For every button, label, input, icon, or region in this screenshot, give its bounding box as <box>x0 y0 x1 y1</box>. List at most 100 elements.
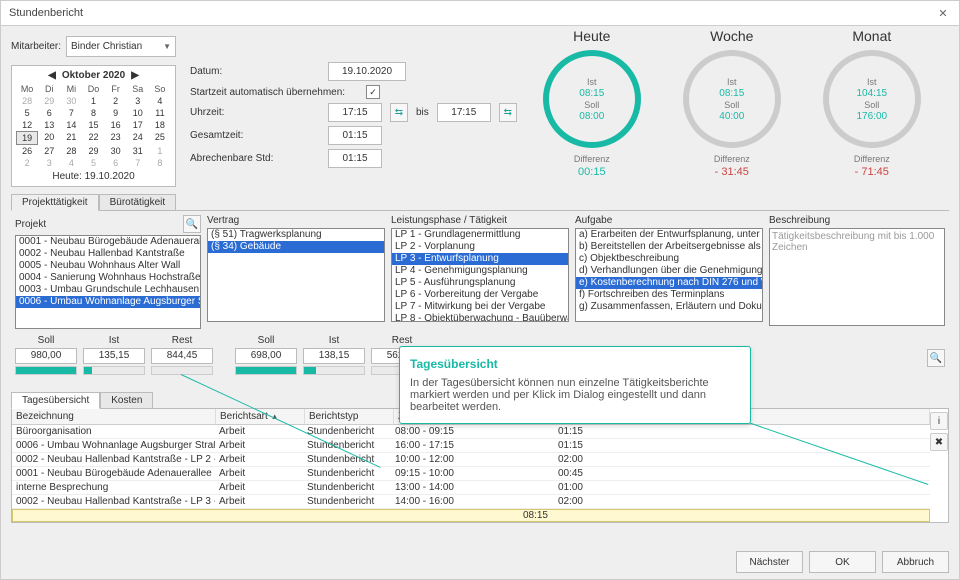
calendar-day[interactable]: 15 <box>82 119 104 131</box>
calendar-day[interactable]: 17 <box>127 119 149 131</box>
aufgabe-list[interactable]: a) Erarbeiten der Entwurfsplanung, unter… <box>575 228 763 322</box>
calendar-day[interactable]: 2 <box>16 157 38 169</box>
billable-value[interactable]: 01:15 <box>328 149 382 168</box>
list-item[interactable]: c) Objektbeschreibung <box>576 253 762 265</box>
calendar-day[interactable]: 30 <box>105 145 127 157</box>
leistung-list[interactable]: LP 1 - GrundlagenermittlungLP 2 - Vorpla… <box>391 228 569 322</box>
info-icon[interactable]: i <box>930 412 948 430</box>
time-to-input[interactable]: 17:15 <box>437 103 491 122</box>
date-input[interactable]: 19.10.2020 <box>328 62 406 81</box>
calendar-day[interactable]: 26 <box>16 145 38 157</box>
table-row[interactable]: 0002 - Neubau Hallenbad Kantstraße - LP … <box>12 495 930 509</box>
search-aufgabe-icon[interactable]: 🔍 <box>927 349 945 367</box>
dayhead-berichtstyp[interactable]: Berichtstyp <box>305 409 394 424</box>
ok-button[interactable]: OK <box>809 551 876 573</box>
list-item[interactable]: 0001 - Neubau Bürogebäude Adenauerallee <box>16 236 200 248</box>
refresh-to-icon[interactable]: ⇆ <box>499 103 517 122</box>
calendar-day[interactable]: 6 <box>38 107 60 119</box>
calendar-day[interactable]: 18 <box>149 119 171 131</box>
time-from-input[interactable]: 17:15 <box>328 103 382 122</box>
calendar-day[interactable]: 19 <box>16 131 38 145</box>
list-item[interactable]: f) Fortschreiben des Terminplans <box>576 289 762 301</box>
description-textarea[interactable]: Tätigkeitsbeschreibung mit bis 1.000 Zei… <box>769 228 945 326</box>
calendar-day[interactable]: 6 <box>105 157 127 169</box>
close-icon[interactable]: ✕ <box>935 5 951 21</box>
list-item[interactable]: b) Bereitstellen der Arbeitsergebnisse a… <box>576 241 762 253</box>
calendar-day[interactable]: 8 <box>149 157 171 169</box>
calendar-day[interactable]: 1 <box>82 95 104 107</box>
calendar-day[interactable]: 29 <box>38 95 60 107</box>
calendar-day[interactable]: 3 <box>38 157 60 169</box>
table-row[interactable]: interne BesprechungArbeitStundenbericht1… <box>12 481 930 495</box>
calendar-day[interactable]: 24 <box>127 131 149 145</box>
delete-row-icon[interactable]: ✖ <box>930 433 948 451</box>
vertrag-list[interactable]: (§ 51) Tragwerksplanung(§ 34) Gebäude <box>207 228 385 322</box>
calendar-day[interactable]: 5 <box>16 107 38 119</box>
employee-select[interactable]: Binder Christian ▼ <box>66 36 176 57</box>
table-row[interactable]: 0001 - Neubau Bürogebäude Adenauerallee … <box>12 467 930 481</box>
list-item[interactable]: 0005 - Neubau Wohnhaus Alter Wall <box>16 260 200 272</box>
calendar-day[interactable]: 22 <box>82 131 104 145</box>
auto-start-checkbox[interactable]: ✓ <box>366 85 380 99</box>
calendar-day[interactable]: 2 <box>105 95 127 107</box>
list-item[interactable]: LP 4 - Genehmigungsplanung <box>392 265 568 277</box>
refresh-from-icon[interactable]: ⇆ <box>390 103 408 122</box>
calendar-day[interactable]: 25 <box>149 131 171 145</box>
calendar-day[interactable]: 4 <box>149 95 171 107</box>
calendar-day[interactable]: 8 <box>82 107 104 119</box>
list-item[interactable]: 0003 - Umbau Grundschule Lechhausen <box>16 284 200 296</box>
calendar-day[interactable]: 4 <box>60 157 82 169</box>
calendar[interactable]: ◀ Oktober 2020 ▶ MoDiMiDoFrSaSo282930123… <box>11 65 176 187</box>
calendar-day[interactable]: 28 <box>16 95 38 107</box>
calendar-day[interactable]: 9 <box>105 107 127 119</box>
calendar-day[interactable]: 7 <box>127 157 149 169</box>
list-item[interactable]: LP 3 - Entwurfsplanung <box>392 253 568 265</box>
list-item[interactable]: 0006 - Umbau Wohnanlage Augsburger Str <box>16 296 200 308</box>
calendar-prev-icon[interactable]: ◀ <box>48 70 56 81</box>
list-item[interactable]: d) Verhandlungen über die Genehmigungsf <box>576 265 762 277</box>
list-item[interactable]: (§ 51) Tragwerksplanung <box>208 229 384 241</box>
list-item[interactable]: LP 2 - Vorplanung <box>392 241 568 253</box>
list-item[interactable]: LP 7 - Mitwirkung bei der Vergabe <box>392 301 568 313</box>
list-item[interactable]: 0004 - Sanierung Wohnhaus Hochstraße <box>16 272 200 284</box>
list-item[interactable]: 0002 - Neubau Hallenbad Kantstraße <box>16 248 200 260</box>
dayhead-bezeichnung[interactable]: Bezeichnung <box>12 409 216 424</box>
projekt-list[interactable]: 0001 - Neubau Bürogebäude Adenauerallee0… <box>15 235 201 329</box>
calendar-next-icon[interactable]: ▶ <box>131 70 139 81</box>
next-button[interactable]: Nächster <box>736 551 803 573</box>
calendar-day[interactable]: 1 <box>149 145 171 157</box>
calendar-day[interactable]: 23 <box>105 131 127 145</box>
calendar-day[interactable]: 20 <box>38 131 60 145</box>
calendar-day[interactable]: 7 <box>60 107 82 119</box>
list-item[interactable]: g) Zusammenfassen, Erläutern und Dokum <box>576 301 762 313</box>
list-item[interactable]: LP 1 - Grundlagenermittlung <box>392 229 568 241</box>
calendar-day[interactable]: 14 <box>60 119 82 131</box>
calendar-day[interactable]: 3 <box>127 95 149 107</box>
calendar-day[interactable]: 27 <box>38 145 60 157</box>
tab-office-activity[interactable]: Bürotätigkeit <box>99 194 177 211</box>
list-item[interactable]: a) Erarbeiten der Entwurfsplanung, unter… <box>576 229 762 241</box>
list-item[interactable]: e) Kostenberechnung nach DIN 276 und V <box>576 277 762 289</box>
list-item[interactable]: LP 6 - Vorbereitung der Vergabe <box>392 289 568 301</box>
calendar-day[interactable]: 16 <box>105 119 127 131</box>
calendar-day[interactable]: 21 <box>60 131 82 145</box>
calendar-day[interactable]: 29 <box>82 145 104 157</box>
list-item[interactable]: LP 8 - Objektüberwachung - Bauüberwach <box>392 313 568 322</box>
list-item[interactable]: LP 5 - Ausführungsplanung <box>392 277 568 289</box>
calendar-day[interactable]: 30 <box>60 95 82 107</box>
table-row[interactable]: 0006 - Umbau Wohnanlage Augsburger Straß… <box>12 439 930 453</box>
search-projekt-icon[interactable]: 🔍 <box>183 215 201 233</box>
calendar-day[interactable]: 13 <box>38 119 60 131</box>
list-item[interactable]: (§ 34) Gebäude <box>208 241 384 253</box>
calendar-day[interactable]: 5 <box>82 157 104 169</box>
cancel-button[interactable]: Abbruch <box>882 551 949 573</box>
calendar-day[interactable]: 11 <box>149 107 171 119</box>
tab-costs[interactable]: Kosten <box>100 392 153 409</box>
calendar-day[interactable]: 28 <box>60 145 82 157</box>
calendar-day[interactable]: 10 <box>127 107 149 119</box>
calendar-today-label[interactable]: Heute: 19.10.2020 <box>16 171 171 182</box>
tab-project-activity[interactable]: Projekttätigkeit <box>11 194 99 211</box>
calendar-day[interactable]: 31 <box>127 145 149 157</box>
calendar-day[interactable]: 12 <box>16 119 38 131</box>
tab-daily-overview[interactable]: Tagesübersicht <box>11 392 100 409</box>
